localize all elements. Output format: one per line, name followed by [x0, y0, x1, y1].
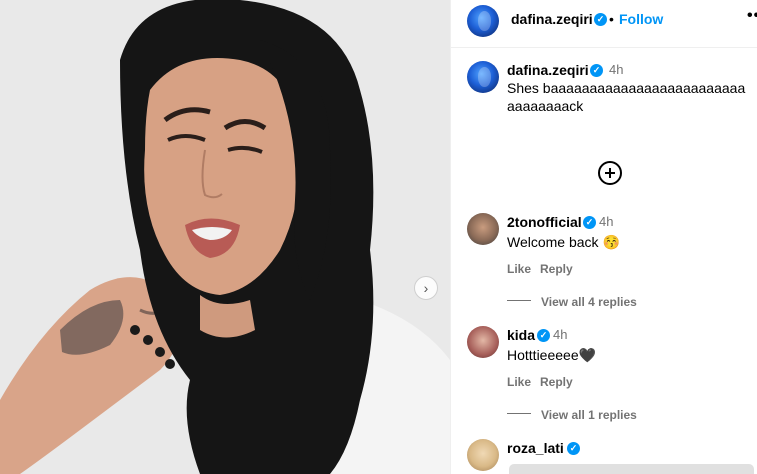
view-replies-button[interactable]: View all 1 replies [541, 408, 637, 422]
view-replies-button[interactable]: View all 4 replies [541, 295, 637, 309]
author-username[interactable]: dafina.zeqiri [511, 11, 593, 27]
caption-avatar[interactable] [467, 61, 499, 93]
verified-icon: ✓ [594, 13, 607, 26]
separator: • [609, 11, 614, 27]
caption-username[interactable]: dafina.zeqiri [507, 62, 589, 78]
comment-time[interactable]: 4h [599, 214, 613, 229]
author-avatar[interactable] [467, 5, 499, 37]
reply-button[interactable]: Reply [540, 375, 573, 389]
comment-text: Welcome back 😚 [507, 234, 620, 250]
post-header: dafina.zeqiri ✓ • Follow ••• [451, 0, 757, 48]
caption-time[interactable]: 4h [609, 62, 623, 77]
caption-text: Shes baaaaaaaaaaaaaaaaaaaaaaaaaaaaaaaaac… [507, 80, 746, 114]
like-button[interactable]: Like [507, 375, 531, 389]
comment-time[interactable]: 4h [553, 327, 567, 342]
post-sidebar: dafina.zeqiri ✓ • Follow ••• dafina.zeqi… [450, 0, 757, 474]
comment-text: Hotttieeeee🖤 [507, 347, 597, 363]
like-button[interactable]: Like [507, 262, 531, 276]
verified-icon: ✓ [590, 64, 603, 77]
comment-avatar[interactable] [467, 439, 499, 471]
post-image [0, 0, 450, 474]
verified-icon: ✓ [567, 442, 580, 455]
comment-avatar[interactable] [467, 213, 499, 245]
verified-icon: ✓ [537, 329, 550, 342]
replies-divider [507, 300, 531, 301]
plus-circle-icon[interactable] [598, 161, 622, 185]
replies-divider [507, 413, 531, 414]
verified-icon: ✓ [583, 216, 596, 229]
comment-input-bar[interactable] [509, 464, 754, 474]
chevron-right-icon: › [423, 280, 429, 296]
comment-username[interactable]: roza_lati [507, 440, 564, 456]
comment-username[interactable]: 2tonofficial [507, 214, 582, 230]
comment-avatar[interactable] [467, 326, 499, 358]
comment-username[interactable]: kida [507, 327, 535, 343]
next-image-button[interactable]: › [414, 276, 438, 300]
post-photo[interactable]: › [0, 0, 450, 474]
more-options-icon[interactable]: ••• [747, 7, 757, 25]
reply-button[interactable]: Reply [540, 262, 573, 276]
follow-button[interactable]: Follow [619, 11, 663, 27]
